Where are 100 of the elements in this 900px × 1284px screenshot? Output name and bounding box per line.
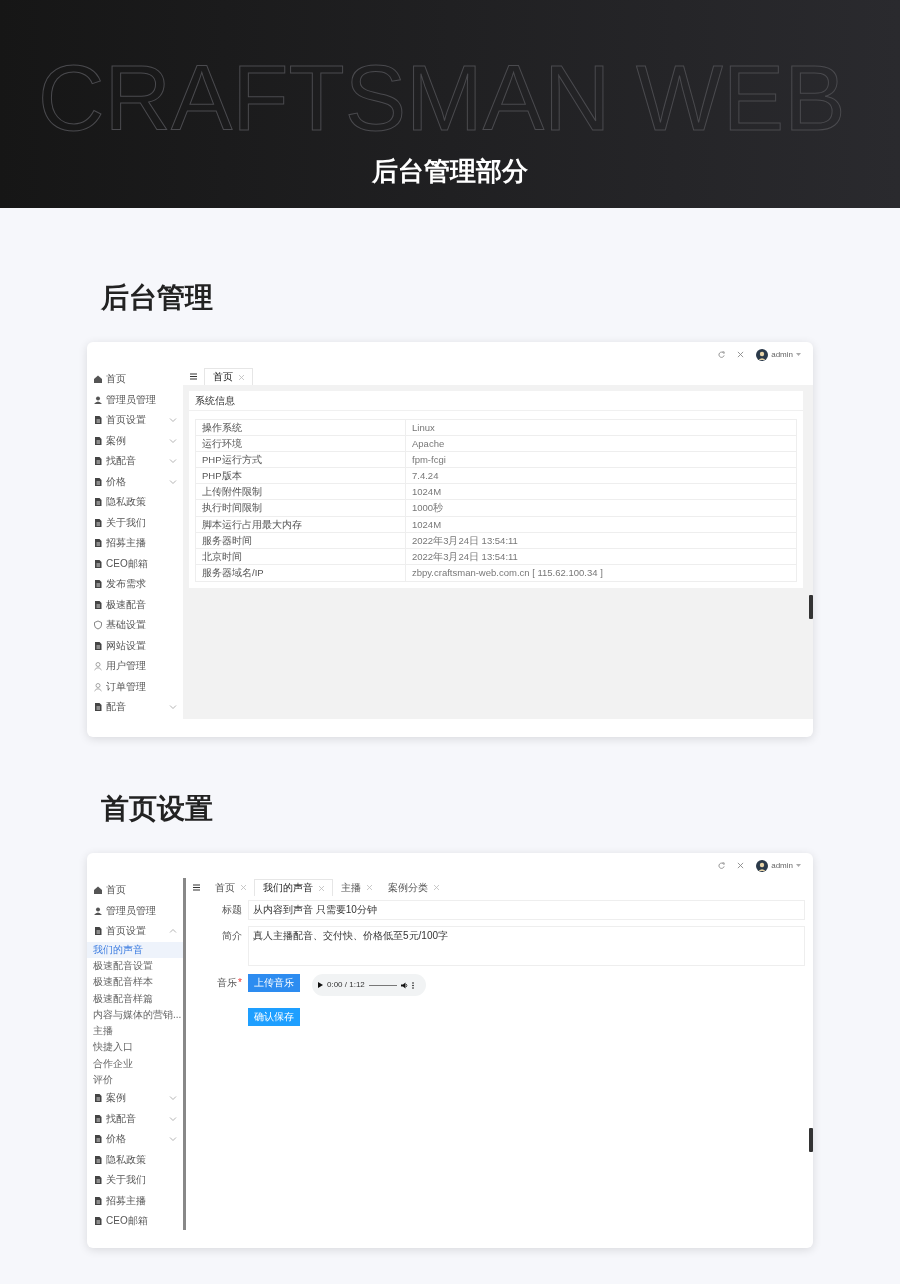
document-icon: [93, 1134, 103, 1145]
submenu-item[interactable]: 合作企业: [87, 1055, 183, 1072]
scrollbar-thumb: [809, 595, 813, 619]
volume-icon[interactable]: [400, 981, 408, 989]
sidebar-item[interactable]: 首页设置: [87, 410, 183, 431]
sidebar-item[interactable]: 首页: [87, 880, 183, 901]
sidebar-item[interactable]: 招募主播: [87, 1190, 183, 1212]
submenu-item[interactable]: 我们的声音: [87, 941, 183, 958]
table-cell-text: 1024M: [411, 485, 443, 500]
field-label: 标题: [221, 903, 242, 917]
document-icon: [93, 640, 103, 651]
more-icon[interactable]: [411, 981, 414, 989]
sidebar-item[interactable]: 招募主播: [87, 533, 183, 554]
tab[interactable]: 我们的声音: [254, 879, 333, 896]
user-menu[interactable]: admin: [756, 348, 801, 361]
table-cell: 北京时间: [196, 548, 406, 565]
user-menu[interactable]: admin: [756, 859, 801, 872]
document-icon: [93, 1113, 103, 1124]
sidebar-item[interactable]: 首页设置: [87, 921, 183, 942]
close-icon[interactable]: [241, 885, 246, 890]
sidebar-item[interactable]: 价格: [87, 471, 183, 492]
table-cell-text: zbpy.craftsman-web.com.cn [ 115.62.100.34 ]: [411, 565, 604, 580]
sidebar-item[interactable]: 关于我们: [87, 512, 183, 533]
document-icon: [93, 599, 103, 610]
title-input[interactable]: 从内容到声音 只需要10分钟: [248, 900, 805, 920]
sidebar-item[interactable]: 基础设置: [87, 615, 183, 636]
sidebar-item[interactable]: 用户管理: [87, 656, 183, 677]
table-cell: PHP版本: [196, 468, 406, 485]
sidebar-item[interactable]: 找配音: [87, 451, 183, 472]
document-icon: [93, 538, 103, 549]
document-icon: [93, 702, 103, 713]
intro-textarea[interactable]: 真人主播配音、交付快、价格低至5元/100字: [248, 926, 805, 966]
document-icon: [93, 1216, 103, 1227]
close-icon[interactable]: [434, 885, 439, 890]
sidebar-item[interactable]: 案例: [87, 1088, 183, 1109]
shield-icon: [93, 620, 103, 631]
submenu-item[interactable]: 内容与媒体的营销...: [87, 1006, 183, 1023]
sidebar-item[interactable]: 订单管理: [87, 676, 183, 697]
close-icon[interactable]: [367, 885, 372, 890]
document-icon: [93, 415, 103, 426]
sidebar-item[interactable]: 首页: [87, 369, 183, 390]
table-cell: 脚本运行占用最大内存: [196, 516, 406, 533]
sidebar-item[interactable]: CEO邮箱: [87, 1211, 183, 1232]
document-icon: [93, 1154, 103, 1165]
sidebar-item[interactable]: 发布需求: [87, 574, 183, 595]
submenu-item[interactable]: 极速配音样本: [87, 974, 183, 991]
submenu-item[interactable]: 主播: [87, 1023, 183, 1040]
table-cell-text: 2022年3月24日 13:54:11: [411, 549, 519, 564]
users-icon: [93, 905, 103, 916]
document-icon: [93, 1175, 103, 1186]
table-cell-text: Linux: [411, 421, 436, 435]
document-icon: [93, 558, 103, 569]
sidebar-item[interactable]: 管理员管理: [87, 900, 183, 921]
table-cell-text: fpm-fcgi: [411, 453, 447, 468]
table-cell: 服务器域名/IP: [196, 564, 406, 581]
tab[interactable]: 首页: [207, 879, 254, 896]
document-icon: [93, 1093, 103, 1104]
submenu-item[interactable]: 极速配音设置: [87, 957, 183, 975]
tab[interactable]: 主播: [333, 879, 380, 896]
submenu-item[interactable]: 快捷入口: [87, 1039, 183, 1056]
play-icon[interactable]: [318, 982, 323, 988]
audio-player[interactable]: 0:00 / 1:12: [312, 974, 426, 996]
document-icon: [93, 435, 103, 446]
document-icon: [93, 456, 103, 467]
sidebar-item[interactable]: 隐私政策: [87, 492, 183, 513]
submenu-item[interactable]: 评价: [87, 1071, 183, 1089]
close-icon[interactable]: [239, 374, 244, 380]
document-icon: [93, 926, 103, 937]
menu-toggle-icon[interactable]: [190, 373, 197, 380]
user-icon: [93, 661, 103, 672]
tab[interactable]: 案例分类: [380, 879, 447, 896]
sidebar-item[interactable]: 隐私政策: [87, 1149, 183, 1171]
home-icon: [93, 374, 103, 385]
document-icon: [93, 1195, 103, 1206]
sidebar-item[interactable]: 配音: [87, 697, 183, 718]
required-mark: *: [238, 977, 242, 988]
table-cell: 服务器时间: [196, 532, 406, 549]
tab[interactable]: 首页: [204, 368, 253, 385]
users-icon: [93, 394, 103, 405]
submenu-item[interactable]: 极速配音样篇: [87, 990, 183, 1007]
fullscreen-icon[interactable]: [737, 351, 745, 358]
sidebar-item[interactable]: 找配音: [87, 1108, 183, 1130]
sidebar-item[interactable]: 案例: [87, 430, 183, 451]
menu-toggle-icon[interactable]: [193, 884, 200, 891]
scrollbar-thumb: [809, 1128, 813, 1152]
table-cell: 上传附件限制: [196, 484, 406, 501]
refresh-icon[interactable]: [718, 862, 726, 869]
table-cell-text: 1024M: [411, 517, 443, 532]
sidebar-item[interactable]: CEO邮箱: [87, 553, 183, 574]
close-icon[interactable]: [319, 885, 324, 891]
sidebar-item[interactable]: 管理员管理: [87, 389, 183, 410]
sidebar-item[interactable]: 极速配音: [87, 594, 183, 615]
sidebar-item[interactable]: 网站设置: [87, 635, 183, 656]
refresh-icon[interactable]: [718, 351, 726, 358]
user-icon: [93, 681, 103, 692]
sidebar-item[interactable]: 关于我们: [87, 1170, 183, 1191]
table-cell: PHP运行方式: [196, 452, 406, 469]
sidebar-item[interactable]: 价格: [87, 1129, 183, 1150]
fullscreen-icon[interactable]: [737, 862, 745, 869]
banner-title: 后台管理部分: [372, 155, 528, 188]
